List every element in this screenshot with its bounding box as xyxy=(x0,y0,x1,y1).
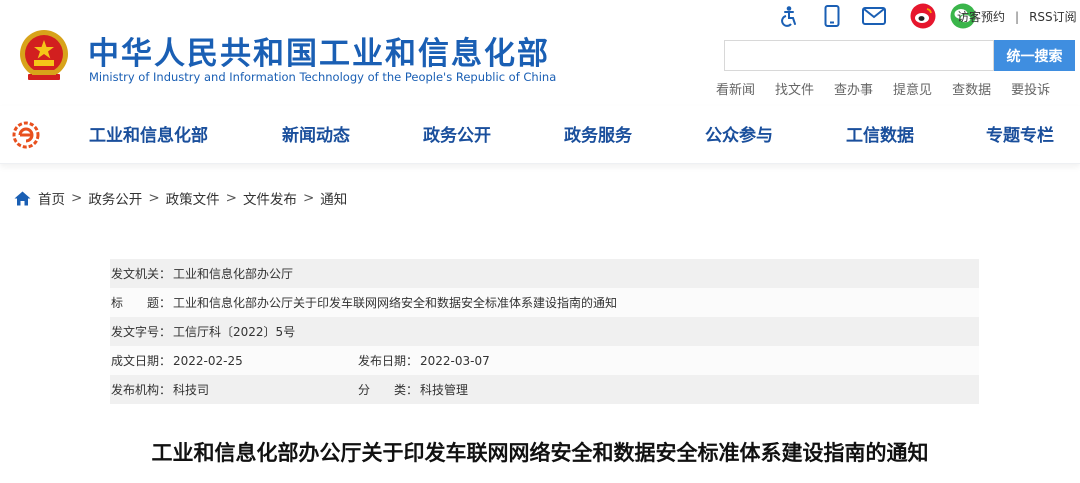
nav-item-news[interactable]: 新闻动态 xyxy=(282,121,350,146)
nav-item-government-services[interactable]: 政务服务 xyxy=(564,121,632,146)
accessibility-icon[interactable] xyxy=(778,5,800,27)
issuer-label: 发文机关： xyxy=(111,267,172,281)
breadcrumb-home[interactable]: 首页 xyxy=(38,188,65,208)
publish-date-value: 2022-03-07 xyxy=(420,353,490,368)
quick-link-complaint[interactable]: 要投诉 xyxy=(1011,79,1050,98)
nav-item-miit-data[interactable]: 工信数据 xyxy=(846,121,914,146)
breadcrumb-separator: > xyxy=(71,190,83,206)
mobile-icon[interactable] xyxy=(824,5,840,27)
title-label: 标 题： xyxy=(111,296,172,310)
quick-link-services[interactable]: 查办事 xyxy=(834,79,873,98)
home-icon[interactable] xyxy=(14,191,31,206)
doc-number-label: 发文字号： xyxy=(111,325,172,339)
info-row-issuer: 发文机关： 工业和信息化部办公厅 xyxy=(110,259,979,288)
title-value: 工业和信息化部办公厅关于印发车联网网络安全和数据安全标准体系建设指南的通知 xyxy=(173,296,618,310)
quick-link-news[interactable]: 看新闻 xyxy=(716,79,755,98)
visitor-appointment-link[interactable]: 访客预约 xyxy=(957,8,1005,25)
rss-subscribe-link[interactable]: RSS订阅 xyxy=(1029,8,1077,25)
nav-item-miit[interactable]: 工业和信息化部 xyxy=(89,121,208,146)
main-nav: 工业和信息化部 新闻动态 政务公开 政务服务 公众参与 工信数据 专题专栏 xyxy=(0,106,1080,164)
info-row-dates: 成文日期： 2022-02-25 发布日期： 2022-03-07 xyxy=(110,346,979,375)
quick-links: 看新闻 找文件 查办事 提意见 查数据 要投诉 xyxy=(716,79,1050,98)
site-title[interactable]: 中华人民共和国工业和信息化部 xyxy=(88,28,550,73)
breadcrumb-separator: > xyxy=(302,190,315,206)
written-date-value: 2022-02-25 xyxy=(173,353,243,368)
search-input[interactable] xyxy=(724,40,994,71)
miit-logo-icon[interactable] xyxy=(12,121,40,149)
breadcrumb-government-affairs[interactable]: 政务公开 xyxy=(88,188,142,208)
issuer-value: 工业和信息化部办公厅 xyxy=(173,267,294,281)
nav-item-government-affairs[interactable]: 政务公开 xyxy=(423,121,491,146)
breadcrumb-policy-documents[interactable]: 政策文件 xyxy=(166,188,220,208)
top-icon-bar xyxy=(778,3,986,29)
breadcrumb-notice[interactable]: 通知 xyxy=(320,188,347,208)
publish-date-label: 发布日期： xyxy=(358,354,419,368)
agency-value: 科技司 xyxy=(173,383,210,397)
agency-label: 发布机构： xyxy=(111,383,172,397)
national-emblem-icon[interactable] xyxy=(14,26,74,86)
quick-link-feedback[interactable]: 提意见 xyxy=(893,79,932,98)
mail-icon[interactable] xyxy=(862,7,886,25)
nav-item-special-topics[interactable]: 专题专栏 xyxy=(986,121,1054,146)
breadcrumb-document-release[interactable]: 文件发布 xyxy=(243,188,297,208)
breadcrumb: 首页 > 政务公开 > 政策文件 > 文件发布 > 通知 xyxy=(14,188,347,208)
info-row-doc-number: 发文字号： 工信厅科〔2022〕5号 xyxy=(110,317,979,346)
site-header: 中华人民共和国工业和信息化部 Ministry of Industry and … xyxy=(0,0,1080,106)
category-value: 科技管理 xyxy=(420,383,469,397)
breadcrumb-separator: > xyxy=(148,190,160,206)
nav-item-public-participation[interactable]: 公众参与 xyxy=(705,121,773,146)
top-links-separator: | xyxy=(1015,9,1020,24)
quick-link-documents[interactable]: 找文件 xyxy=(775,79,814,98)
unified-search-button[interactable]: 统一搜索 xyxy=(994,40,1075,71)
quick-link-data[interactable]: 查数据 xyxy=(952,79,991,98)
info-row-agency: 发布机构： 科技司 分 类： 科技管理 xyxy=(110,375,979,404)
document-title: 工业和信息化部办公厅关于印发车联网网络安全和数据安全标准体系建设指南的通知 xyxy=(151,441,929,465)
info-row-title: 标 题： 工业和信息化部办公厅关于印发车联网网络安全和数据安全标准体系建设指南的… xyxy=(110,288,979,317)
weibo-icon[interactable] xyxy=(910,3,936,29)
document-info-table: 发文机关： 工业和信息化部办公厅 标 题： 工业和信息化部办公厅关于印发车联网网… xyxy=(110,259,979,404)
doc-number-value: 工信厅科〔2022〕5号 xyxy=(173,325,296,339)
written-date-label: 成文日期： xyxy=(111,354,172,368)
category-label: 分 类： xyxy=(358,383,419,397)
site-subtitle: Ministry of Industry and Information Tec… xyxy=(89,70,557,84)
breadcrumb-separator: > xyxy=(225,190,237,206)
top-links: 访客预约 | RSS订阅 xyxy=(957,8,1077,25)
